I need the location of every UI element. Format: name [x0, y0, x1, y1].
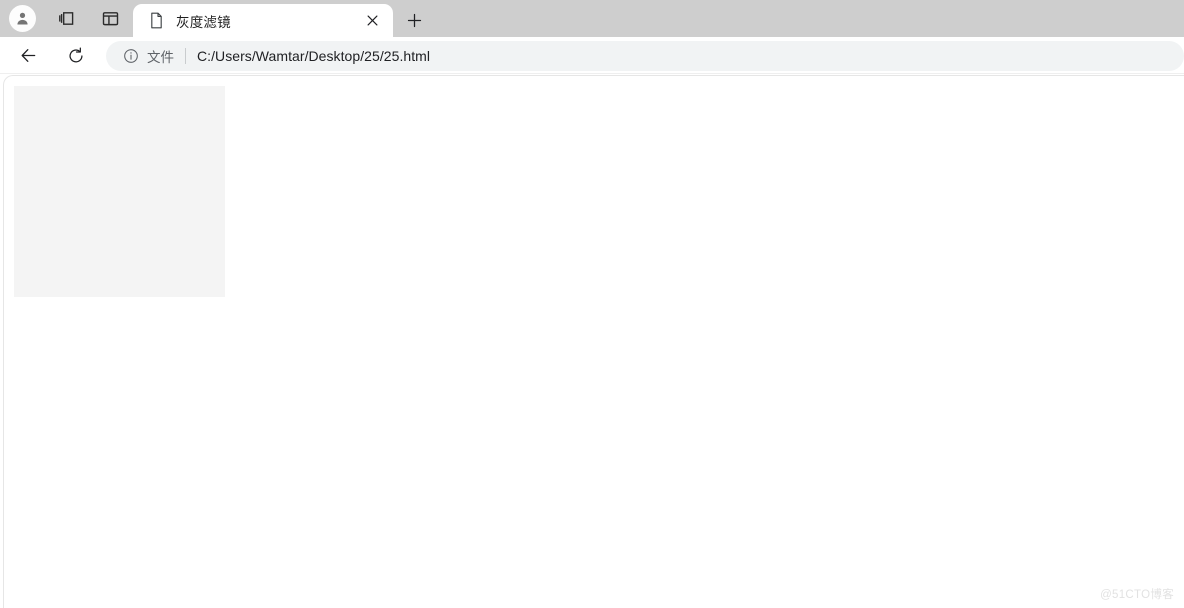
url-input[interactable]: C:/Users/Wamtar/Desktop/25/25.html — [197, 48, 1184, 64]
address-bar-divider — [185, 47, 186, 64]
tab-title: 灰度滤镜 — [176, 14, 231, 30]
tab-huidu-lvjing[interactable]: 灰度滤镜 — [133, 4, 393, 37]
file-document-icon — [147, 12, 165, 30]
address-bar[interactable]: 文件 C:/Users/Wamtar/Desktop/25/25.html — [106, 40, 1184, 71]
plus-icon — [407, 13, 421, 28]
avatar — [8, 5, 36, 32]
browser-window: 灰度滤镜 文件 C:/Users/Wamtar/Desktop/25/25.ht… — [0, 0, 1184, 608]
close-icon — [367, 15, 377, 26]
new-tab-button[interactable] — [393, 4, 435, 37]
file-scheme-label: 文件 — [147, 49, 174, 65]
split-screen-panel-icon — [102, 12, 118, 26]
tab-close-button[interactable] — [359, 8, 385, 34]
arrow-left-icon — [21, 49, 35, 62]
tab-strip: 灰度滤镜 — [0, 0, 1184, 37]
browser-toolbar: 文件 C:/Users/Wamtar/Desktop/25/25.html — [0, 37, 1184, 74]
split-view-button[interactable] — [88, 0, 132, 37]
toolbar-separator — [0, 73, 1184, 74]
person-avatar-icon — [16, 12, 28, 25]
reload-button[interactable] — [58, 40, 94, 72]
info-circle-icon[interactable] — [122, 47, 139, 64]
reload-circular-arrow-icon — [69, 47, 83, 62]
profile-button[interactable] — [0, 0, 44, 37]
tab-groups-icon — [59, 11, 74, 25]
grayscale-filter-box — [14, 86, 225, 297]
tab-groups-button[interactable] — [44, 0, 88, 37]
page-viewport — [3, 75, 1184, 608]
back-button[interactable] — [10, 40, 46, 72]
watermark: @51CTO博客 — [1100, 589, 1174, 601]
